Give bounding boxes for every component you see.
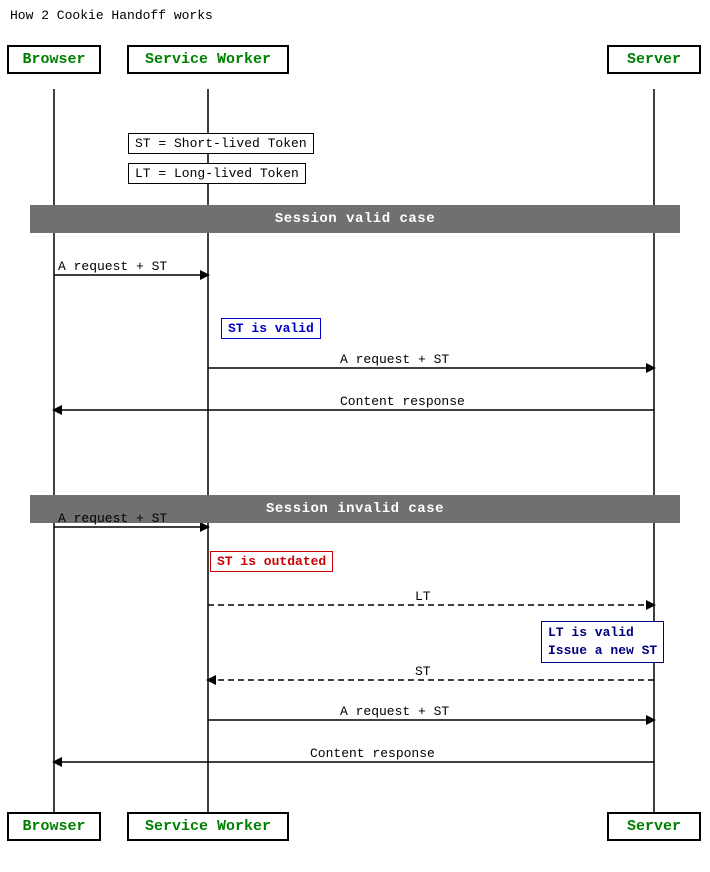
note-st-valid: ST is valid <box>221 318 321 339</box>
note-st-def: ST = Short-lived Token <box>128 133 314 154</box>
arrows-svg <box>0 0 710 872</box>
actor-sw-bottom: Service Worker <box>127 812 289 841</box>
msg-label-m7: A request + ST <box>340 704 449 719</box>
msg-label-m4: A request + ST <box>58 511 167 526</box>
note-lt-valid: LT is valid Issue a new ST <box>541 621 664 663</box>
msg-label-m5: LT <box>415 589 431 604</box>
actor-sw-top: Service Worker <box>127 45 289 74</box>
actor-server-top: Server <box>607 45 701 74</box>
msg-label-m8: Content response <box>310 746 435 761</box>
msg-label-m2: A request + ST <box>340 352 449 367</box>
msg-label-m1: A request + ST <box>58 259 167 274</box>
actor-server-bottom: Server <box>607 812 701 841</box>
page-title: How 2 Cookie Handoff works <box>10 8 213 23</box>
msg-label-m3: Content response <box>340 394 465 409</box>
msg-label-m6: ST <box>415 664 431 679</box>
diagram: How 2 Cookie Handoff works Brow <box>0 0 710 872</box>
actor-browser-top: Browser <box>7 45 101 74</box>
actor-browser-bottom: Browser <box>7 812 101 841</box>
note-st-outdated: ST is outdated <box>210 551 333 572</box>
section-valid: Session valid case <box>30 205 680 233</box>
note-lt-def: LT = Long-lived Token <box>128 163 306 184</box>
